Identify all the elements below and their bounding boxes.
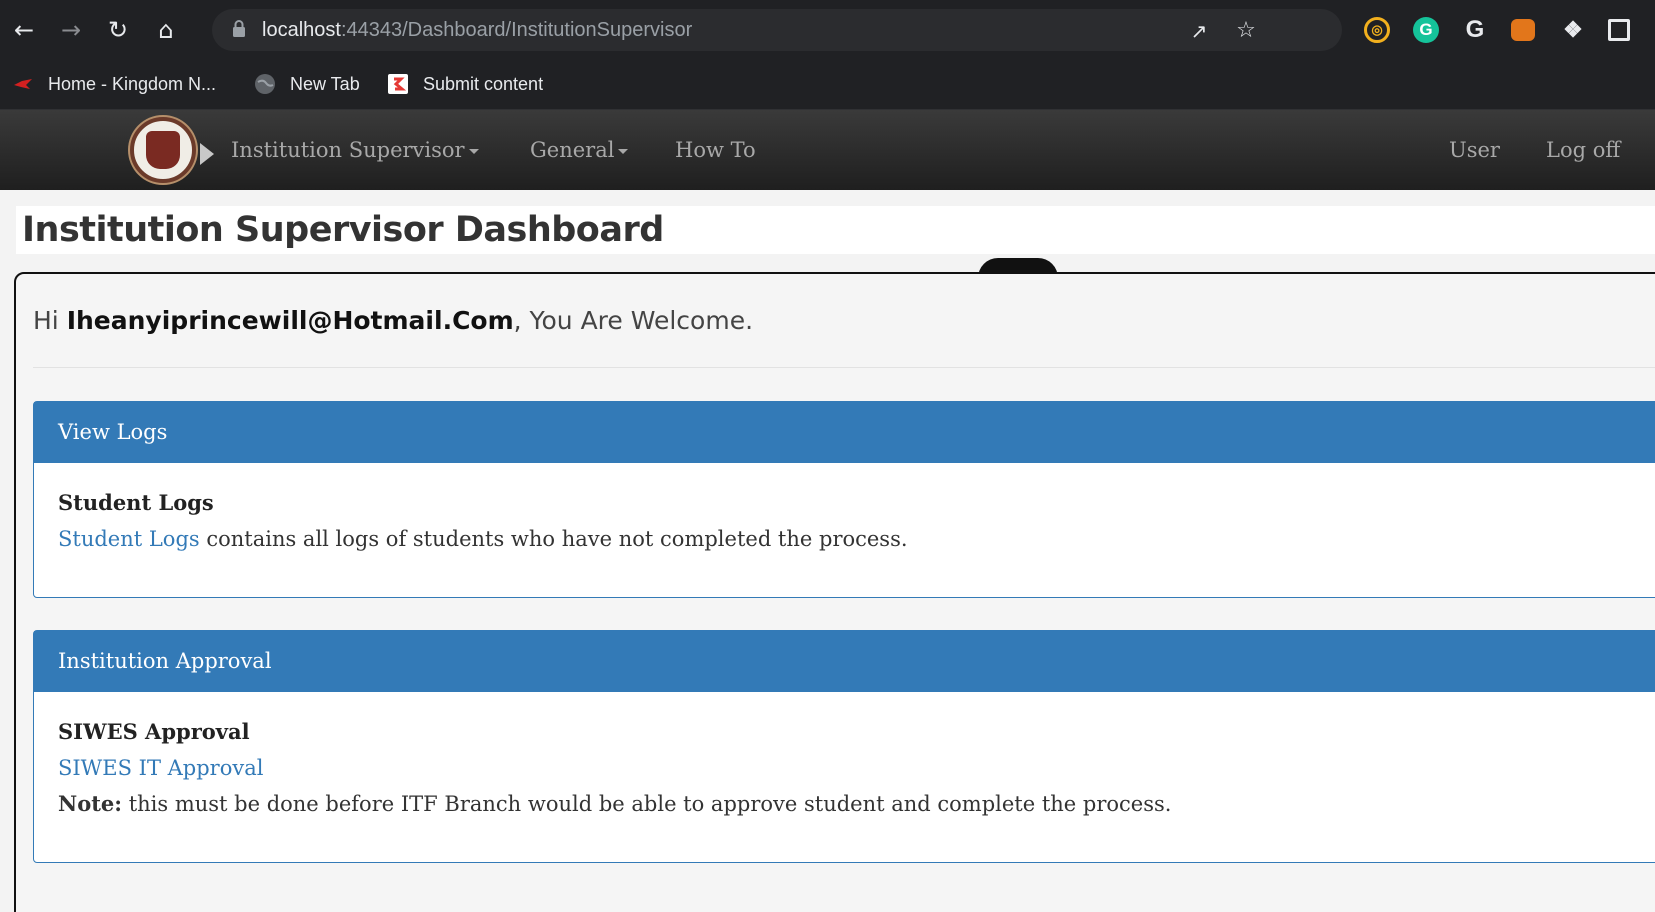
welcome-message: Hi Iheanyiprincewill@Hotmail.Com, You Ar… <box>33 300 753 342</box>
forward-icon[interactable]: → <box>57 16 85 44</box>
reload-icon[interactable]: ↻ <box>104 16 132 44</box>
nav-how-to[interactable]: How To <box>675 110 756 190</box>
panel-description: Student Logs contains all logs of studen… <box>58 521 1648 557</box>
panel-text: contains all logs of students who have n… <box>199 527 908 551</box>
kingdom-bird-icon <box>14 79 32 89</box>
app-navbar: Institution Supervisor General How To Us… <box>0 110 1655 190</box>
browser-toolbar: ← → ↻ ⌂ localhost:44343/Dashboard/Instit… <box>0 0 1655 58</box>
caret-down-icon <box>468 149 479 154</box>
logo-arrow-icon <box>200 143 214 165</box>
page-title: Institution Supervisor Dashboard <box>22 210 664 250</box>
student-logs-link[interactable]: Student Logs <box>58 527 200 551</box>
nav-log-off[interactable]: Log off <box>1546 110 1620 190</box>
note-label: Note: <box>58 791 123 816</box>
metamask-icon[interactable] <box>1511 19 1535 41</box>
panel-note: Note: this must be done before ITF Branc… <box>58 786 1648 822</box>
bookmarks-bar: Home - Kingdom N... New Tab Submit conte… <box>0 58 1655 110</box>
share-icon[interactable]: ↗ <box>1187 19 1211 43</box>
panel-heading: View Logs <box>34 402 1655 463</box>
home-icon[interactable]: ⌂ <box>152 16 180 44</box>
bookmark-new-tab[interactable]: New Tab <box>254 58 360 110</box>
star-icon[interactable]: ☆ <box>1234 19 1258 43</box>
nav-label: User <box>1449 138 1500 162</box>
back-icon[interactable]: ← <box>10 16 38 44</box>
url-text[interactable]: localhost:44343/Dashboard/InstitutionSup… <box>262 9 692 51</box>
puzzle-icon[interactable]: ❖ <box>1560 17 1586 43</box>
siwes-it-approval-link[interactable]: SIWES IT Approval <box>58 756 263 780</box>
globe-icon <box>255 74 275 94</box>
bookmark-home-kingdom[interactable]: Home - Kingdom N... <box>12 58 216 110</box>
nav-label: Institution Supervisor <box>231 138 465 162</box>
panel-subheading: SIWES Approval <box>58 719 250 744</box>
panel-heading: Institution Approval <box>34 631 1655 692</box>
address-bar[interactable]: localhost:44343/Dashboard/InstitutionSup… <box>212 9 1342 51</box>
bookmark-label: Home - Kingdom N... <box>48 73 217 94</box>
nav-label: General <box>530 138 615 162</box>
esut-logo[interactable] <box>130 117 214 183</box>
panel-view-logs: View Logs Student Logs Student Logs cont… <box>33 401 1655 598</box>
nav-user[interactable]: User <box>1449 110 1500 190</box>
nav-label: How To <box>675 138 756 162</box>
panel-subheading: Student Logs <box>58 490 214 515</box>
lock-icon[interactable] <box>232 20 246 38</box>
panel-body: Student Logs Student Logs contains all l… <box>34 463 1655 557</box>
crest-icon <box>146 131 180 169</box>
bookmark-label: Submit content <box>423 73 544 94</box>
submit-content-icon <box>388 74 408 94</box>
user-email: Iheanyiprincewill@Hotmail.Com <box>66 306 514 335</box>
panel-body: SIWES Approval SIWES IT Approval Note: t… <box>34 692 1655 822</box>
greeting-suffix: , You Are Welcome. <box>513 306 754 335</box>
google-icon[interactable]: G <box>1462 17 1488 43</box>
note-text: this must be done before ITF Branch woul… <box>122 792 1172 816</box>
nav-general[interactable]: General <box>530 110 629 190</box>
bookmark-label: New Tab <box>290 73 360 94</box>
panel-institution-approval: Institution Approval SIWES Approval SIWE… <box>33 630 1655 863</box>
grammarly-icon[interactable]: G <box>1413 17 1439 43</box>
coin-extension-icon[interactable]: ◎ <box>1364 17 1390 43</box>
caret-down-icon <box>618 149 629 154</box>
sidepanel-icon[interactable] <box>1608 19 1630 41</box>
divider <box>33 367 1655 368</box>
greeting-prefix: Hi <box>33 306 67 335</box>
title-strip: Institution Supervisor Dashboard <box>16 206 1655 254</box>
nav-label: Log off <box>1546 138 1621 162</box>
bookmark-submit-content[interactable]: Submit content <box>387 58 543 110</box>
nav-institution-supervisor[interactable]: Institution Supervisor <box>231 110 479 190</box>
